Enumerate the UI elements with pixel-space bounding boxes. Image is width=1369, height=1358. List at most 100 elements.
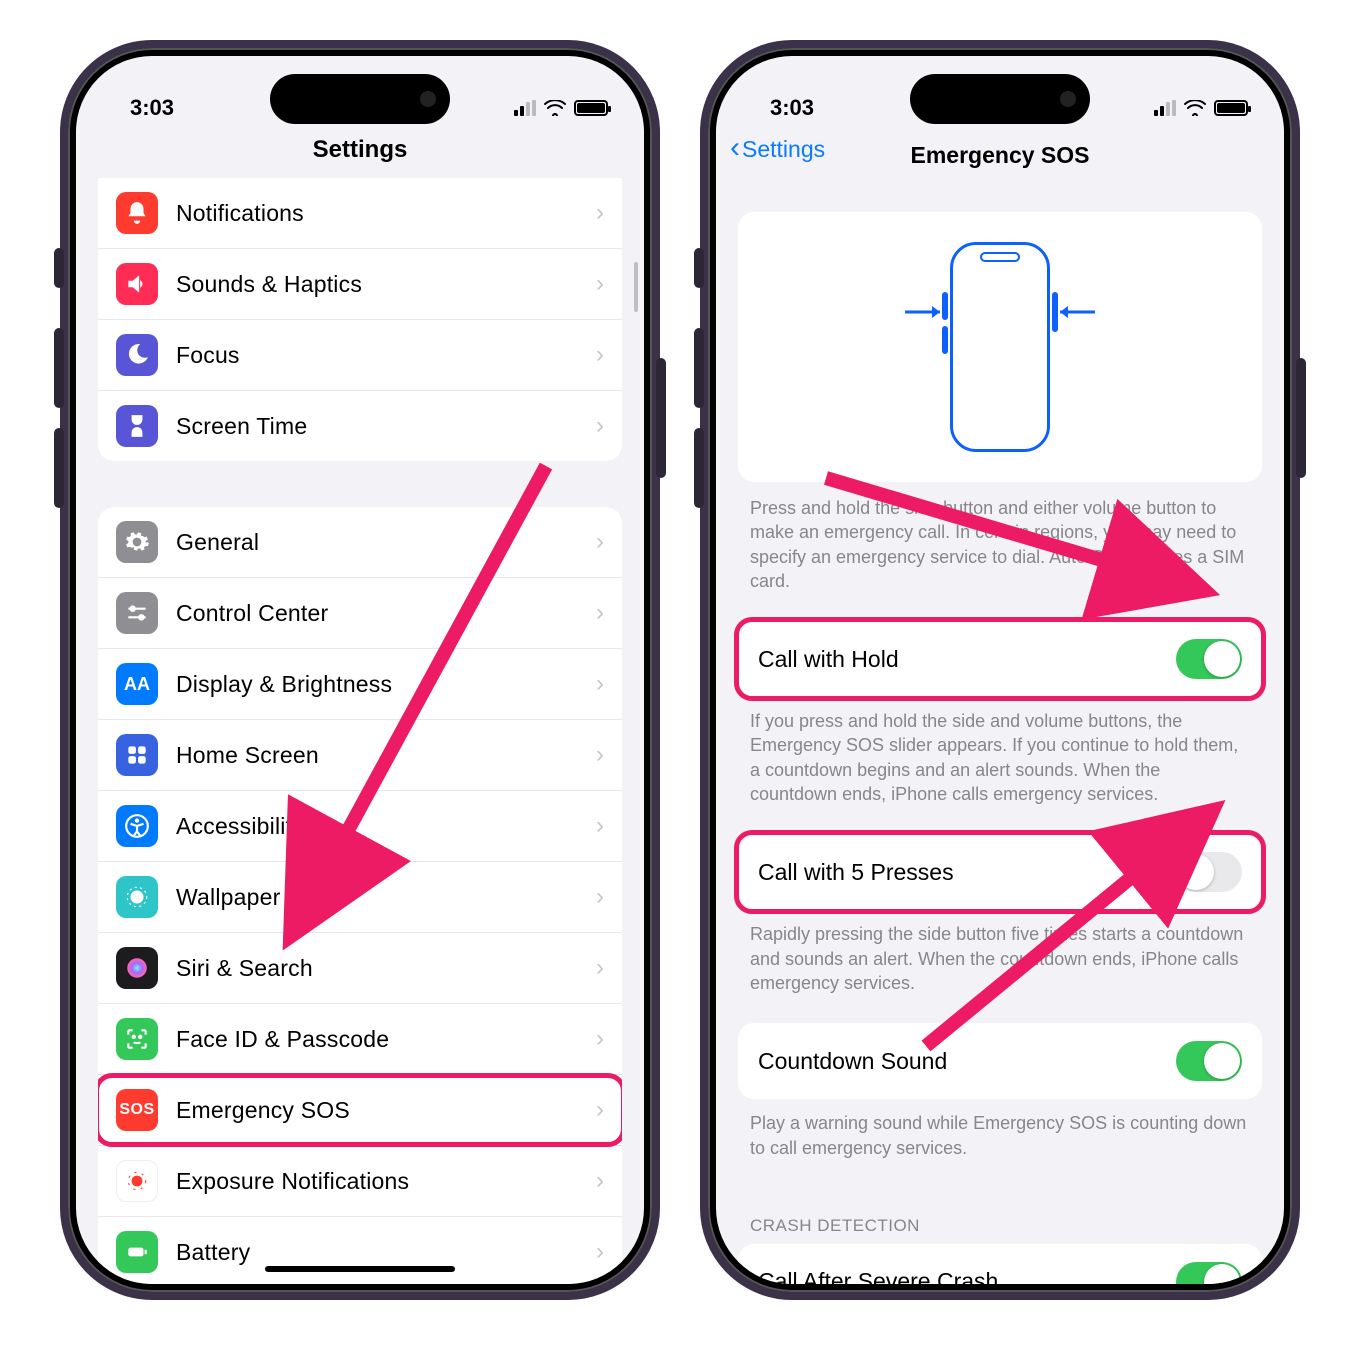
- chevron-right-icon: ›: [596, 1238, 604, 1266]
- chevron-right-icon: ›: [596, 199, 604, 227]
- row-faceid[interactable]: Face ID & Passcode ›: [98, 1004, 622, 1075]
- page-title: Emergency SOS: [911, 142, 1090, 169]
- volume-down-button: [54, 428, 64, 508]
- toggle-countdown-sound[interactable]: [1176, 1041, 1242, 1081]
- row-label: Sounds & Haptics: [176, 271, 362, 298]
- intro-text: Press and hold the side button and eithe…: [716, 496, 1284, 621]
- power-button: [656, 358, 666, 478]
- battery-icon: [574, 100, 608, 116]
- volume-up-button: [694, 328, 704, 408]
- focus-icon: [116, 334, 158, 376]
- row-notifications[interactable]: Notifications ›: [98, 178, 622, 249]
- row-label: Battery: [176, 1239, 250, 1266]
- signal-icon: [514, 100, 536, 116]
- toggle-call-after-crash[interactable]: [1176, 1262, 1242, 1284]
- row-call-after-crash[interactable]: Call After Severe Crash: [738, 1244, 1262, 1284]
- row-label: Notifications: [176, 200, 304, 227]
- dynamic-island: [270, 74, 450, 124]
- row-siri[interactable]: Siri & Search ›: [98, 933, 622, 1004]
- row-label: Emergency SOS: [176, 1097, 350, 1124]
- row-exposure[interactable]: Exposure Notifications ›: [98, 1146, 622, 1217]
- row-general[interactable]: General ›: [98, 507, 622, 578]
- chevron-right-icon: ›: [596, 883, 604, 911]
- row-label: Call with Hold: [758, 646, 899, 673]
- dynamic-island: [910, 74, 1090, 124]
- faceid-icon: [116, 1018, 158, 1060]
- row-control-center[interactable]: Control Center ›: [98, 578, 622, 649]
- homescreen-icon: [116, 734, 158, 776]
- chevron-right-icon: ›: [596, 741, 604, 769]
- toggle-call-with-hold[interactable]: [1176, 639, 1242, 679]
- footer-text: If you press and hold the side and volum…: [716, 697, 1284, 834]
- row-wallpaper[interactable]: Wallpaper ›: [98, 862, 622, 933]
- row-label: Home Screen: [176, 742, 319, 769]
- silent-switch: [694, 248, 704, 288]
- row-homescreen[interactable]: Home Screen ›: [98, 720, 622, 791]
- row-call-with-hold[interactable]: Call with Hold: [738, 621, 1262, 697]
- sounds-icon: [116, 263, 158, 305]
- silent-switch: [54, 248, 64, 288]
- scroll-indicator[interactable]: [634, 262, 638, 312]
- row-label: Accessibility: [176, 813, 304, 840]
- wifi-icon: [544, 100, 566, 116]
- chevron-right-icon: ›: [596, 812, 604, 840]
- chevron-right-icon: ›: [596, 341, 604, 369]
- row-label: Focus: [176, 342, 240, 369]
- right-phone-frame: 3:03 ‹ Settings Emergency SOS: [700, 40, 1300, 1300]
- row-screentime[interactable]: Screen Time ›: [98, 391, 622, 461]
- control-center-icon: [116, 592, 158, 634]
- screentime-icon: [116, 405, 158, 447]
- chevron-right-icon: ›: [596, 599, 604, 627]
- sos-icon: SOS: [116, 1089, 158, 1131]
- row-label: General: [176, 529, 259, 556]
- exposure-icon: [116, 1160, 158, 1202]
- battery-icon: [1214, 100, 1248, 116]
- settings-group: Notifications › Sounds & Haptics › Focus…: [98, 178, 622, 461]
- status-time: 3:03: [770, 95, 814, 121]
- instruction-diagram: [738, 212, 1262, 482]
- back-button[interactable]: ‹ Settings: [730, 136, 825, 163]
- row-battery[interactable]: Battery ›: [98, 1217, 622, 1284]
- row-label: Display & Brightness: [176, 671, 392, 698]
- status-time: 3:03: [130, 95, 174, 121]
- home-indicator[interactable]: [265, 1266, 455, 1272]
- row-display[interactable]: AA Display & Brightness ›: [98, 649, 622, 720]
- chevron-right-icon: ›: [596, 1025, 604, 1053]
- row-emergency-sos[interactable]: SOS Emergency SOS ›: [98, 1075, 622, 1146]
- chevron-right-icon: ›: [596, 270, 604, 298]
- toggle-call-with-5-presses[interactable]: [1176, 852, 1242, 892]
- row-call-with-5-presses[interactable]: Call with 5 Presses: [738, 834, 1262, 910]
- chevron-right-icon: ›: [596, 412, 604, 440]
- row-label: Exposure Notifications: [176, 1168, 409, 1195]
- chevron-left-icon: ‹: [730, 137, 740, 159]
- row-label: Screen Time: [176, 413, 307, 440]
- row-sounds[interactable]: Sounds & Haptics ›: [98, 249, 622, 320]
- row-label: Face ID & Passcode: [176, 1026, 389, 1053]
- row-label: Control Center: [176, 600, 328, 627]
- power-button: [1296, 358, 1306, 478]
- left-phone-frame: 3:03 Settings Notifications ›: [60, 40, 660, 1300]
- page-title: Settings: [76, 136, 644, 178]
- chevron-right-icon: ›: [596, 1096, 604, 1124]
- notifications-icon: [116, 192, 158, 234]
- accessibility-icon: [116, 805, 158, 847]
- footer-text: Rapidly pressing the side button five ti…: [716, 910, 1284, 1023]
- signal-icon: [1154, 100, 1176, 116]
- display-icon: AA: [116, 663, 158, 705]
- chevron-right-icon: ›: [596, 528, 604, 556]
- wallpaper-icon: [116, 876, 158, 918]
- siri-icon: [116, 947, 158, 989]
- chevron-right-icon: ›: [596, 1167, 604, 1195]
- general-icon: [116, 521, 158, 563]
- row-label: Call with 5 Presses: [758, 859, 954, 886]
- battery-icon: [116, 1231, 158, 1273]
- row-label: Call After Severe Crash: [758, 1268, 998, 1284]
- volume-up-button: [54, 328, 64, 408]
- row-countdown-sound[interactable]: Countdown Sound: [738, 1023, 1262, 1099]
- settings-group: General › Control Center › AA Display & …: [98, 507, 622, 1284]
- row-accessibility[interactable]: Accessibility ›: [98, 791, 622, 862]
- back-label: Settings: [742, 136, 825, 163]
- row-label: Wallpaper: [176, 884, 281, 911]
- footer-text: Play a warning sound while Emergency SOS…: [716, 1099, 1284, 1188]
- row-focus[interactable]: Focus ›: [98, 320, 622, 391]
